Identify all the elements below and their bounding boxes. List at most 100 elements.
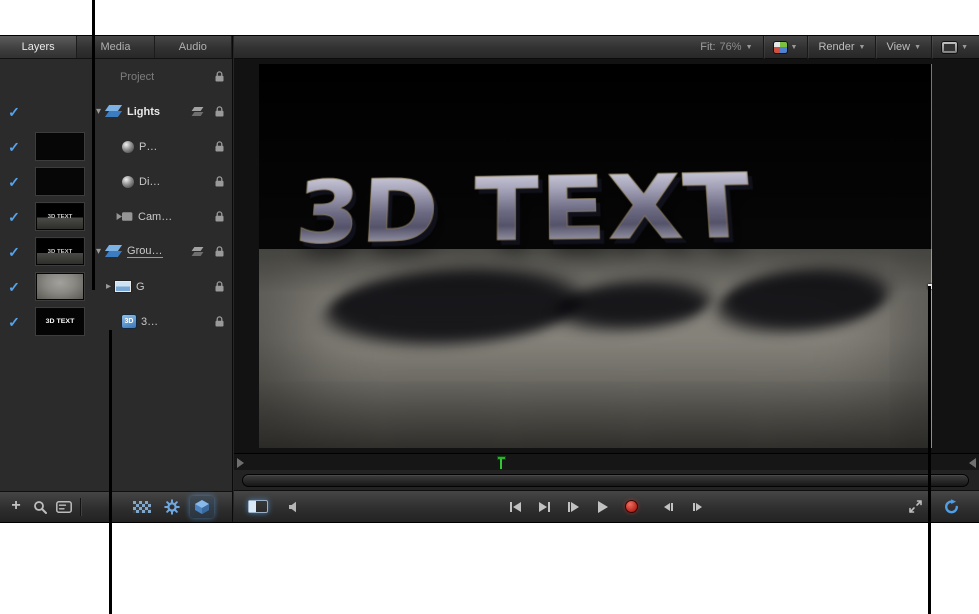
fit-label: Fit:	[700, 41, 715, 53]
activation-cell[interactable]: ✓	[0, 210, 28, 224]
lock-cell[interactable]	[206, 141, 232, 152]
3d-objects-button[interactable]	[190, 496, 214, 518]
toolbar-divider	[807, 36, 808, 59]
search-button[interactable]	[28, 496, 52, 518]
play-from-start-button[interactable]	[564, 497, 584, 517]
audio-mute-button[interactable]	[284, 497, 304, 517]
checkmark-icon[interactable]: ✓	[8, 105, 20, 119]
timeline-in-marker-icon[interactable]	[237, 458, 244, 468]
add-object-button[interactable]: +	[4, 496, 28, 518]
lock-cell[interactable]	[206, 71, 232, 82]
activation-cell[interactable]: ✓	[0, 245, 28, 259]
layer-name-cell: ▾ Grou…	[92, 234, 189, 269]
thumbnail-cell	[28, 168, 92, 195]
step-forward-button[interactable]	[688, 497, 708, 517]
layer-row-3[interactable]: ✓3D TEXT3D3…	[0, 304, 232, 339]
go-to-end-button[interactable]	[535, 497, 555, 517]
layer-row-project[interactable]: Project	[0, 59, 232, 94]
disclosure-triangle-icon[interactable]: ▾	[96, 107, 101, 117]
layer-row-g[interactable]: ✓ ▸G	[0, 269, 232, 304]
tab-layers[interactable]: Layers	[0, 36, 77, 58]
badge-cell	[189, 107, 206, 117]
lock-cell[interactable]	[206, 176, 232, 187]
step-back-button[interactable]	[659, 497, 679, 517]
layer-name-cell: ▸G	[92, 269, 189, 304]
lock-icon[interactable]	[215, 71, 224, 82]
canvas-area[interactable]: 3D TEXT	[234, 59, 979, 453]
activation-cell[interactable]: ✓	[0, 315, 28, 329]
layer-thumbnail[interactable]: 3D TEXT	[36, 308, 84, 335]
chevron-down-icon: ▼	[961, 44, 968, 51]
view-dropdown[interactable]: View ▼	[881, 36, 926, 58]
list-options-button[interactable]	[52, 496, 76, 518]
project-pane-toggle-button[interactable]	[248, 497, 268, 517]
activation-cell[interactable]: ✓	[0, 280, 28, 294]
disclosure-triangle-icon[interactable]: ▸	[106, 282, 111, 292]
toolbar-divider	[80, 498, 81, 516]
lock-icon[interactable]	[215, 281, 224, 292]
checkmark-icon[interactable]: ✓	[8, 175, 20, 189]
canvas-pane: Fit: 76% ▼ ▼ Render ▼ View ▼	[234, 36, 979, 522]
panel-toggle-icon	[248, 500, 268, 513]
layer-row-p[interactable]: ✓P…	[0, 129, 232, 164]
lock-cell[interactable]	[206, 246, 232, 257]
go-to-start-button[interactable]	[506, 497, 526, 517]
lock-icon[interactable]	[215, 106, 224, 117]
layer-row-lights[interactable]: ✓▾Lights	[0, 94, 232, 129]
lock-cell[interactable]	[206, 316, 232, 327]
playhead[interactable]	[497, 456, 506, 470]
disclosure-triangle-icon[interactable]: ▾	[96, 247, 101, 257]
display-layout-dropdown[interactable]: ▼	[937, 36, 973, 58]
layer-thumbnail[interactable]: 3D TEXT	[36, 238, 84, 265]
tab-media[interactable]: Media	[77, 36, 154, 58]
activation-cell[interactable]: ✓	[0, 175, 28, 189]
search-icon	[33, 500, 47, 514]
loop-playback-button[interactable]	[941, 497, 961, 517]
render-dropdown[interactable]: Render ▼	[813, 36, 870, 58]
layer-thumbnail[interactable]	[36, 133, 84, 160]
layer-row-grou[interactable]: ✓ 3D TEXT ▾ Grou…	[0, 234, 232, 269]
layer-name-cell: Cam…	[92, 199, 189, 234]
motion-window: Layers Media Audio Project✓▾Lights✓P…✓Di…	[0, 36, 979, 522]
timeline-out-marker-icon[interactable]	[969, 458, 976, 468]
display-icon	[942, 42, 957, 53]
lock-icon[interactable]	[215, 246, 224, 257]
activation-cell[interactable]: ✓	[0, 105, 28, 119]
activation-cell[interactable]: ✓	[0, 140, 28, 154]
scrubber-row	[234, 470, 979, 490]
checkmark-icon[interactable]: ✓	[8, 140, 20, 154]
checkmark-icon[interactable]: ✓	[8, 210, 20, 224]
camera-icon	[116, 211, 133, 222]
layer-name: Grou…	[127, 245, 162, 258]
lock-icon[interactable]	[215, 211, 224, 222]
layer-name: Cam…	[138, 211, 172, 223]
transparency-grid-button[interactable]	[130, 496, 154, 518]
3d-text-object[interactable]: 3D TEXT	[293, 163, 756, 257]
lock-cell[interactable]	[206, 211, 232, 222]
lock-icon[interactable]	[215, 176, 224, 187]
play-button[interactable]	[593, 497, 613, 517]
layer-thumbnail[interactable]	[36, 273, 84, 300]
lock-icon[interactable]	[215, 141, 224, 152]
lock-cell[interactable]	[206, 106, 232, 117]
checkmark-icon[interactable]: ✓	[8, 245, 20, 259]
lock-icon[interactable]	[215, 316, 224, 327]
tab-audio[interactable]: Audio	[155, 36, 232, 58]
layer-row-di[interactable]: ✓Di…	[0, 164, 232, 199]
screenshot-root: Layers Media Audio Project✓▾Lights✓P…✓Di…	[0, 0, 979, 614]
fullscreen-button[interactable]	[905, 497, 925, 517]
layer-thumbnail[interactable]: 3D TEXT	[36, 203, 84, 230]
thumbnail-cell: 3D TEXT	[28, 308, 92, 335]
viewport[interactable]: 3D TEXT	[259, 64, 932, 448]
lock-cell[interactable]	[206, 281, 232, 292]
checkmark-icon[interactable]: ✓	[8, 280, 20, 294]
record-button[interactable]	[622, 497, 642, 517]
timeline-scrubber[interactable]	[242, 474, 969, 487]
checkmark-icon[interactable]: ✓	[8, 315, 20, 329]
fit-dropdown[interactable]: Fit: 76% ▼	[695, 36, 757, 58]
mini-timeline[interactable]	[234, 453, 979, 470]
color-channels-dropdown[interactable]: ▼	[769, 36, 803, 58]
layer-thumbnail[interactable]	[36, 168, 84, 195]
layer-row-cam[interactable]: ✓ 3D TEXT Cam…	[0, 199, 232, 234]
settings-gear-button[interactable]	[160, 496, 184, 518]
